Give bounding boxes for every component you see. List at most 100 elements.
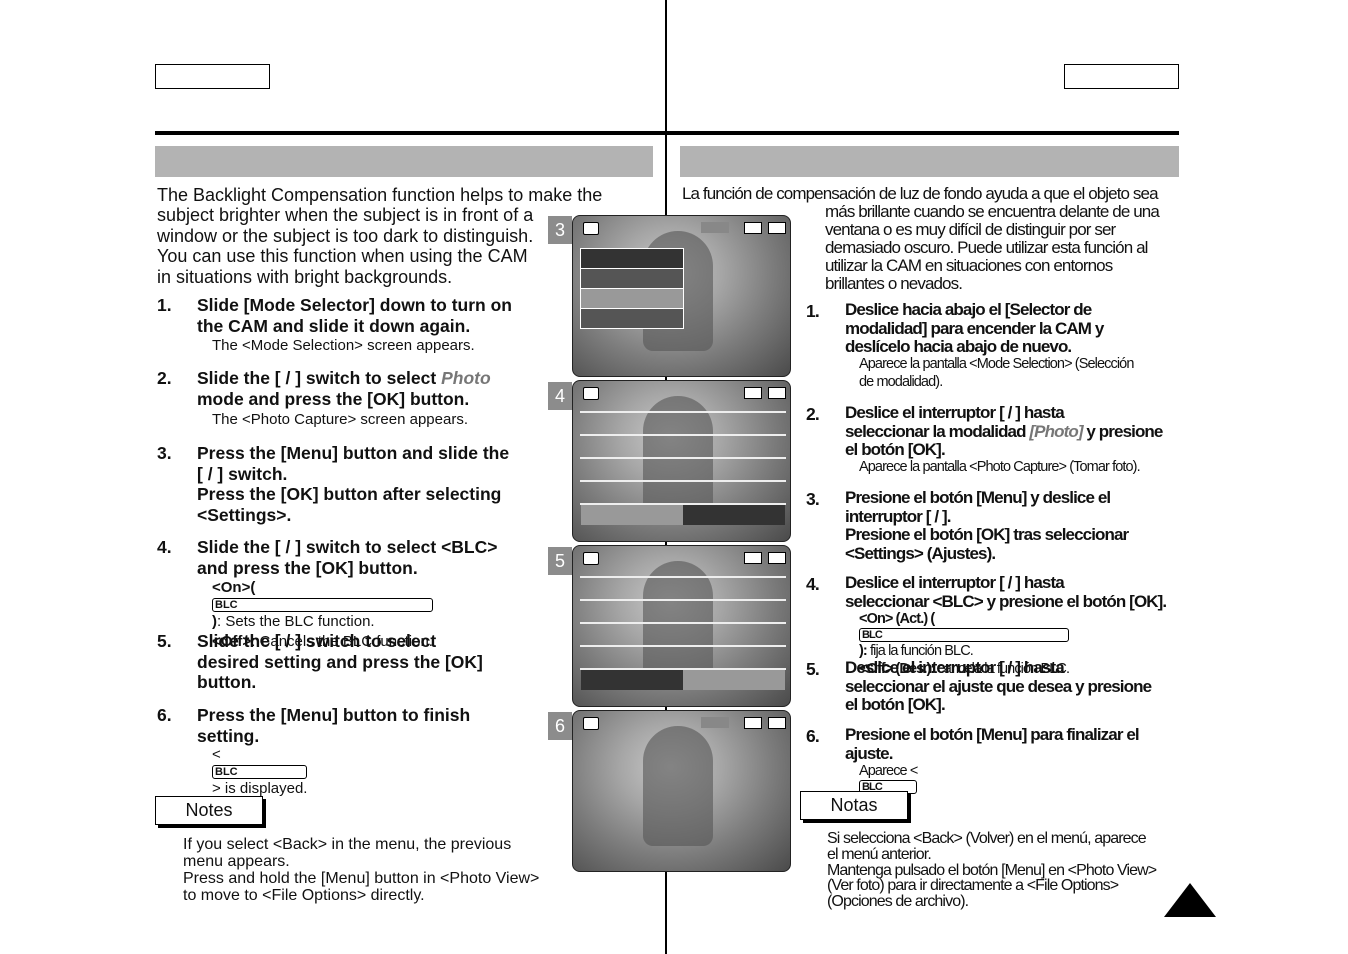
step-line: seleccionar la modalidad	[845, 421, 1030, 441]
battery-icon	[768, 387, 786, 399]
step-2-es: Deslice el interruptor [ / ] hasta selec…	[845, 403, 1163, 460]
intro-line: ventana o es muy difícil de distinguir p…	[825, 220, 1116, 239]
notes-label: Notes	[155, 796, 263, 825]
note-line: Press and hold the [Menu] button in <Pho…	[183, 870, 540, 887]
camera-icon	[583, 387, 599, 400]
screen-number: 5	[548, 547, 572, 575]
intro-line: The Backlight Compensation function help…	[157, 185, 603, 205]
screen-number: 3	[548, 216, 572, 244]
camera-icon	[583, 222, 599, 235]
battery-icon	[768, 552, 786, 564]
step-line: el botón [OK].	[845, 695, 946, 714]
step-line: <Settings> (Ajustes).	[845, 543, 996, 563]
step-line: Slide the [ / ] switch to select	[197, 631, 437, 651]
step-line: el botón [OK].	[845, 440, 946, 459]
step-line: Slide [Mode Selector] down to turn on	[197, 295, 512, 315]
step-6-es: Presione el botón [Menu] para finalizar …	[845, 725, 1140, 763]
step-6-en: Press the [Menu] button to finish settin…	[197, 705, 470, 746]
step-line: Press the [OK] button after selecting	[197, 484, 502, 504]
step-number: 3.	[157, 443, 172, 463]
intro-line: La función de compensación de luz de fon…	[682, 184, 1159, 203]
step-line: Deslice el interruptor [ / ] hasta	[845, 658, 1065, 677]
note-line: menu appears.	[183, 853, 290, 870]
step-line: button.	[197, 672, 257, 692]
step-line: desired setting and press the [OK]	[197, 651, 483, 672]
intro-line: in situations with bright backgrounds.	[157, 266, 453, 287]
blc-icon: BLC	[859, 628, 1070, 642]
camera-screen-capture	[572, 710, 791, 872]
note-line: If you select <Back> in the menu, the pr…	[183, 836, 512, 853]
blc-icon: BLC	[212, 765, 308, 779]
step-2-en: Slide the [ / ] switch to select Photo m…	[197, 368, 491, 409]
camera-screen-blc	[572, 545, 791, 707]
step-line: Deslice el interruptor [ / ] hasta	[845, 403, 1065, 422]
header-rule-right	[667, 131, 1179, 135]
step-line: Presione el botón [OK] tras seleccionar	[845, 525, 1129, 544]
step-line: setting.	[197, 725, 260, 746]
step-note: Aparece <	[859, 763, 918, 779]
step-note: fija la función BLC.	[870, 643, 974, 659]
camera-icon	[583, 717, 599, 730]
note-line: Mantenga pulsado el botón [Menu] en <Pho…	[827, 861, 1157, 879]
step-line: modalidad] para encender la CAM y	[845, 318, 1104, 338]
step-line: ajuste.	[845, 743, 893, 763]
header-box-left	[155, 64, 270, 89]
step-line: Deslice el interruptor [ / ] hasta	[845, 573, 1065, 592]
step-line: Deslice hacia abajo el [Selector de	[845, 300, 1092, 319]
step-4-es: Deslice el interruptor [ / ] hasta selec…	[845, 573, 1167, 611]
screen-number: 4	[548, 382, 572, 410]
step-line: interruptor [ / ].	[845, 506, 952, 526]
memory-icon	[744, 387, 762, 399]
step-line: and press the [OK] button.	[197, 557, 418, 578]
step-1-en: Slide [Mode Selector] down to turn on th…	[197, 295, 512, 336]
step-line: deslícelo hacia abajo de nuevo.	[845, 337, 1072, 356]
step-line: Slide the [ / ] switch to select	[197, 368, 442, 388]
menu-item	[580, 268, 684, 289]
blc-off-selected	[683, 505, 785, 525]
notes-label: Notas	[800, 791, 908, 820]
step-number: 6.	[806, 726, 820, 746]
step-1-es: Deslice hacia abajo el [Selector de moda…	[845, 300, 1104, 357]
step-number: 6.	[157, 705, 172, 725]
step-number: 1.	[157, 295, 172, 315]
intro-en: The Backlight Compensation function help…	[157, 185, 602, 287]
step-number: 5.	[806, 659, 820, 679]
battery-icon	[768, 717, 786, 729]
photo-mode-text: [Photo]	[1029, 421, 1083, 441]
blc-icon: BLC	[212, 598, 433, 612]
step-note: > is displayed.	[212, 780, 308, 797]
camera-icon	[583, 552, 599, 565]
memory-icon	[744, 552, 762, 564]
on-label: <On> (Act.) (	[859, 611, 935, 627]
note-line: el menú anterior.	[827, 845, 932, 863]
intro-line: más brillante cuando se encuentra delant…	[825, 202, 1160, 221]
step-note: de modalidad).	[859, 374, 943, 390]
step-number: 2.	[157, 368, 172, 388]
step-number: 3.	[806, 489, 820, 509]
note-line: to move to <File Options> directly.	[183, 887, 425, 904]
step-number: 5.	[157, 631, 172, 651]
note-line: (Opciones de archivo).	[827, 893, 969, 911]
screen-number: 6	[548, 712, 572, 740]
step-number: 4.	[157, 537, 172, 557]
photo-mode-text: Photo	[441, 368, 491, 388]
step-note: The <Mode Selection> screen appears.	[212, 337, 475, 354]
menu-item	[580, 248, 684, 269]
step-note: Aparece la pantalla <Mode Selection> (Se…	[859, 356, 1134, 372]
manual-page: The Backlight Compensation function help…	[0, 0, 1348, 954]
step-number: 1.	[806, 301, 820, 321]
step-note: The <Photo Capture> screen appears.	[212, 411, 468, 428]
intro-line: subject brighter when the subject is in …	[157, 205, 534, 226]
step-line: Slide the [ / ] switch to select <BLC>	[197, 537, 498, 557]
intro-line: You can use this function when using the…	[157, 246, 528, 267]
step-note: <	[212, 746, 221, 763]
step-number: 2.	[806, 404, 820, 424]
section-band-left	[155, 146, 653, 177]
intro-es: La función de compensación de luz de fon…	[682, 184, 1160, 293]
step-number: 4.	[806, 574, 820, 594]
step-3-es: Presione el botón [Menu] y deslice el in…	[845, 488, 1129, 563]
section-band-right	[680, 146, 1179, 177]
step-line: Presione el botón [Menu] y deslice el	[845, 488, 1111, 507]
step-note: Aparece la pantalla <Photo Capture> (Tom…	[859, 459, 1141, 475]
note-line: (Ver foto) para ir directamente a <File …	[827, 877, 1119, 895]
